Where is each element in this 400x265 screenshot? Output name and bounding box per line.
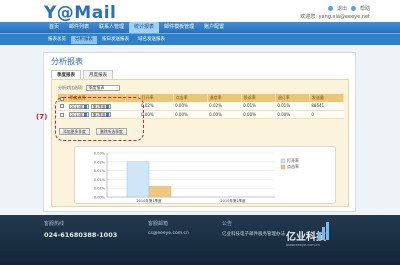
highlight-outline xyxy=(55,97,144,141)
open-rate: 0.00% xyxy=(139,110,174,119)
report-tabs: 季度报表 月度报表 xyxy=(51,70,113,79)
logo: Y@Mail xyxy=(44,3,117,23)
page-title: 分析报表 xyxy=(51,57,83,66)
x-tick-label: 2010年第1季度 xyxy=(136,198,162,203)
tab-1[interactable]: 月度报表 xyxy=(83,70,113,79)
col-complaint: 投诉率 xyxy=(241,94,276,102)
logout-icon[interactable] xyxy=(327,6,333,11)
brand-logo-icon xyxy=(318,222,329,240)
option-row: 分析对比选项: 季度报表 xyxy=(58,85,121,91)
email-title: 客服邮箱 xyxy=(148,221,169,227)
brand: 亿业科技 www.eeeye.com.cn xyxy=(286,222,329,247)
nav-item-2[interactable]: 联系人管理 xyxy=(94,22,129,33)
header: Y@Mail 退出 帮助 欢迎您: yang.xia@eeeye.net xyxy=(0,0,400,23)
bar-1-0 xyxy=(148,186,172,198)
help-icon[interactable] xyxy=(350,6,356,11)
annotation-label: (7) xyxy=(36,113,48,121)
nav-item-5[interactable]: 账户配置 xyxy=(199,22,229,33)
option-label: 分析对比选项: xyxy=(58,85,84,90)
nav-item-3[interactable]: 统计报表 xyxy=(129,22,160,33)
email-value[interactable]: cs@eeeye.com.cn xyxy=(148,231,189,236)
bar-0-0 xyxy=(126,161,150,198)
legend-label: 点击率 xyxy=(287,163,299,169)
col-sent: 发送量 xyxy=(309,94,345,102)
unsub-rate: 0.00% xyxy=(275,110,310,119)
logout-link[interactable]: 退出 xyxy=(337,5,347,12)
col-click: 点击率 xyxy=(173,94,208,102)
nav-item-1[interactable]: 邮件列表 xyxy=(64,22,94,33)
y-tick-label: 0.02% xyxy=(94,160,106,164)
footer-email: 客服邮箱 cs@eeeye.com.cn xyxy=(148,220,189,236)
complaint-rate: 0.01% xyxy=(241,102,276,111)
y-tick-label: 0.00% xyxy=(94,196,106,200)
col-open: 打开率 xyxy=(139,94,174,102)
chart-svg: 0.00% 0.01% 0.01% 0.01% 0.02% 0.03% 2010年第1季度 2… xyxy=(94,152,299,204)
chart: 0.00% 0.01% 0.01% 0.01% 0.02% 0.03% 2010年第1季度 2… xyxy=(74,146,336,204)
footer-notice: 公告 亿业科技电子邮件服务管理办法 xyxy=(222,220,285,237)
subnav-item-3[interactable]: 域名发送报表 xyxy=(134,36,169,44)
sub-nav: 报表总览 分析报表 按日发送报表 域名发送报表 xyxy=(0,33,400,45)
nav-item-0[interactable]: 首页 xyxy=(44,22,64,33)
y-tick-label: 0.03% xyxy=(94,152,106,156)
col-bounce: 退信率 xyxy=(207,94,242,102)
subnav-item-2[interactable]: 按日发送报表 xyxy=(98,36,133,44)
hotline-title: 客服热线 xyxy=(44,221,65,227)
col-unsub: 退订率 xyxy=(275,94,310,102)
y-tick-label: 0.01% xyxy=(94,169,106,173)
page: Y@Mail 退出 帮助 欢迎您: yang.xia@eeeye.net 首页邮… xyxy=(0,0,400,265)
y-tick-label: 0.01% xyxy=(94,178,106,182)
footer-hotline: 客服热线 024-61680388-1003 xyxy=(44,220,117,239)
subnav-item-1[interactable]: 分析报表 xyxy=(71,36,97,44)
top-links: 退出 帮助 xyxy=(327,5,370,12)
option-select[interactable]: 季度报表 xyxy=(86,85,121,91)
notice-title: 公告 xyxy=(222,221,233,227)
legend-swatch xyxy=(280,158,286,164)
hotline-number: 024-61680388-1003 xyxy=(44,231,118,239)
main-nav: 首页 邮件列表 联系人管理 统计报表 邮件模板管理 账户配置 xyxy=(0,22,400,33)
x-tick-label: 2010年第1季度 xyxy=(220,198,246,203)
open-rate: 0.02% xyxy=(139,102,174,111)
footer: 客服热线 024-61680388-1003 客服邮箱 cs@eeeye.com… xyxy=(0,215,400,265)
bounce-rate: 0.02% xyxy=(207,102,242,111)
click-rate: 0.00% xyxy=(173,102,208,111)
legend-label: 打开率 xyxy=(287,157,299,163)
nav-item-4[interactable]: 邮件模板管理 xyxy=(159,22,199,33)
sent-count: 88641 xyxy=(309,102,344,111)
unsub-rate: 0.01% xyxy=(275,102,310,111)
subnav-item-0[interactable]: 报表总览 xyxy=(44,36,70,44)
help-link[interactable]: 帮助 xyxy=(360,5,370,12)
bounce-rate: 0.00% xyxy=(207,110,242,119)
sent-count: 0 xyxy=(309,110,344,119)
y-tick-label: 0.01% xyxy=(94,187,106,191)
notice-link[interactable]: 亿业科技电子邮件服务管理办法 xyxy=(222,231,285,237)
welcome-text: 欢迎您: yang.xia@eeeye.net xyxy=(300,14,370,20)
complaint-rate: 0.00% xyxy=(241,110,276,119)
legend-swatch xyxy=(280,164,286,170)
tab-0[interactable]: 季度报表 xyxy=(51,70,81,79)
click-rate: 0.00% xyxy=(173,110,208,119)
brand-url: www.eeeye.com.cn xyxy=(286,243,320,247)
